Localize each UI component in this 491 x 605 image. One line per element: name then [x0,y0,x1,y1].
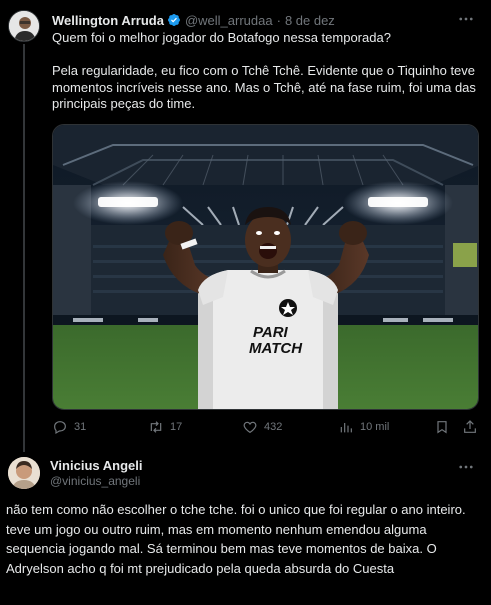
retweet-icon [150,421,162,433]
reply-icon [54,421,66,435]
views-count: 10 mil [360,421,390,433]
more-icon[interactable] [457,458,475,476]
retweet-button[interactable]: 17 [148,417,182,437]
verified-badge-icon [167,14,180,26]
reply-button[interactable]: 31 [52,417,86,437]
more-icon[interactable] [457,10,475,28]
tweet-date[interactable]: 8 de dez [285,13,335,28]
tweet-text: Quem foi o melhor jogador do Botafogo ne… [52,30,482,113]
retweet-count: 17 [170,421,183,433]
author-name[interactable]: Wellington Arruda [52,13,164,28]
avatar-wellington[interactable] [8,10,40,42]
jersey-sponsor-line2: MATCH [249,340,303,357]
share-button[interactable] [462,417,484,437]
like-count: 432 [264,421,283,433]
jersey-sponsor-line1: PARI [253,324,289,341]
views-button[interactable]: 10 mil [338,417,389,437]
like-button[interactable]: 432 [242,417,282,437]
tweet-text-paragraph2: Pela regularidade, eu fico com o Tchê Tc… [52,63,476,111]
author-handle[interactable]: @well_arrudaa [185,13,273,28]
tweet-header: Wellington Arruda @well_arrudaa · 8 de d… [52,11,451,29]
bookmark-button[interactable] [434,417,456,437]
share-icon [464,420,476,433]
header-separator: · [276,12,281,28]
like-icon [243,421,257,434]
reply-count: 31 [74,421,87,433]
author-handle[interactable]: @vinicius_angeli [50,474,140,488]
tweet-wellington[interactable]: Wellington Arruda @well_arrudaa · 8 de d… [0,0,491,450]
tweet-vinicius[interactable]: Vinicius Angeli @vinicius_angeli não tem… [0,450,491,605]
bookmark-icon [437,421,447,434]
tweet-photo[interactable]: PARI MATCH [52,124,479,410]
tweet-text: não tem como não escolher o tche tche. f… [6,502,466,576]
author-name[interactable]: Vinicius Angeli [50,458,142,473]
tweet-text-line1: Quem foi o melhor jogador do Botafogo ne… [52,30,391,45]
avatar-vinicius[interactable] [8,457,40,489]
tweet-actions: 31 17 432 10 mil [52,417,479,437]
views-icon [340,423,352,433]
